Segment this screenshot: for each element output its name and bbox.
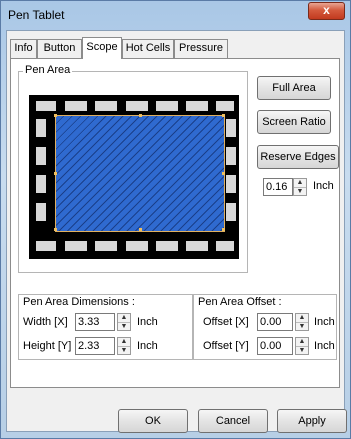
pen-area-preview[interactable] xyxy=(29,95,239,259)
resize-handle[interactable] xyxy=(54,114,57,117)
edge-block xyxy=(36,119,46,137)
offset-x-spinner[interactable]: ▲ ▼ xyxy=(295,313,309,331)
edge-block xyxy=(216,101,234,111)
edge-block xyxy=(186,101,208,111)
screen-ratio-button[interactable]: Screen Ratio xyxy=(257,110,331,134)
title-bar[interactable]: Pen Tablet x xyxy=(1,1,350,30)
window-title: Pen Tablet xyxy=(8,8,65,22)
offset-y-unit: Inch xyxy=(314,340,335,352)
edge-block xyxy=(156,241,178,251)
resize-handle[interactable] xyxy=(54,228,57,231)
edge-block xyxy=(226,119,236,137)
spin-up-icon[interactable]: ▲ xyxy=(296,338,308,347)
active-pen-area[interactable] xyxy=(54,114,225,232)
resize-handle[interactable] xyxy=(139,228,142,231)
edge-block xyxy=(36,175,46,193)
dimensions-group-label: Pen Area Dimensions : xyxy=(23,296,135,308)
reserve-edges-spinner[interactable]: ▲ ▼ xyxy=(293,178,307,196)
edge-block xyxy=(36,241,56,251)
edge-block xyxy=(65,241,87,251)
apply-button[interactable]: Apply xyxy=(277,409,347,433)
reserve-edges-field[interactable]: 0.16 xyxy=(263,178,293,196)
edge-block xyxy=(65,101,87,111)
tab-hot-cells[interactable]: Hot Cells xyxy=(122,39,174,58)
width-spinner[interactable]: ▲ ▼ xyxy=(117,313,131,331)
offset-x-field[interactable]: 0.00 xyxy=(257,313,293,331)
edge-block xyxy=(36,203,46,221)
edge-block xyxy=(95,241,117,251)
offset-y-field[interactable]: 0.00 xyxy=(257,337,293,355)
height-label: Height [Y] xyxy=(23,340,72,352)
spin-down-icon[interactable]: ▼ xyxy=(296,347,308,355)
cancel-button[interactable]: Cancel xyxy=(198,409,268,433)
resize-handle[interactable] xyxy=(139,114,142,117)
offset-x-label: Offset [X] xyxy=(203,316,249,328)
width-unit: Inch xyxy=(137,316,158,328)
tab-scope[interactable]: Scope xyxy=(82,37,122,59)
width-field[interactable]: 3.33 xyxy=(75,313,115,331)
close-icon: x xyxy=(323,3,330,17)
height-unit: Inch xyxy=(137,340,158,352)
height-spinner[interactable]: ▲ ▼ xyxy=(117,337,131,355)
dialog-client-area: Info Button Scope Hot Cells Pressure Pen… xyxy=(6,30,345,432)
width-label: Width [X] xyxy=(23,316,68,328)
offset-y-label: Offset [Y] xyxy=(203,340,249,352)
edge-block xyxy=(226,175,236,193)
resize-handle[interactable] xyxy=(222,228,225,231)
spin-up-icon[interactable]: ▲ xyxy=(296,314,308,323)
spin-down-icon[interactable]: ▼ xyxy=(294,188,306,196)
edge-block xyxy=(126,241,148,251)
spin-down-icon[interactable]: ▼ xyxy=(118,347,130,355)
edge-block xyxy=(226,147,236,165)
resize-handle[interactable] xyxy=(222,114,225,117)
offset-group-label: Pen Area Offset : xyxy=(198,296,282,308)
scope-tab-panel: Pen Area Full Area Screen Ratio Reserve … xyxy=(10,58,340,388)
height-field[interactable]: 2.33 xyxy=(75,337,115,355)
spin-up-icon[interactable]: ▲ xyxy=(118,314,130,323)
edge-block xyxy=(156,101,178,111)
edge-block xyxy=(186,241,208,251)
spin-down-icon[interactable]: ▼ xyxy=(118,323,130,331)
edge-block xyxy=(36,101,56,111)
resize-handle[interactable] xyxy=(222,172,225,175)
edge-block xyxy=(95,101,117,111)
reserve-edges-button[interactable]: Reserve Edges xyxy=(257,145,339,169)
full-area-button[interactable]: Full Area xyxy=(257,76,331,100)
pen-area-group-label: Pen Area xyxy=(23,64,73,76)
close-button[interactable]: x xyxy=(308,2,345,20)
tab-pressure[interactable]: Pressure xyxy=(174,39,228,58)
spin-up-icon[interactable]: ▲ xyxy=(118,338,130,347)
edge-block xyxy=(226,203,236,221)
spin-down-icon[interactable]: ▼ xyxy=(296,323,308,331)
reserve-edges-unit: Inch xyxy=(313,180,334,192)
tab-info[interactable]: Info xyxy=(10,39,37,58)
offset-y-spinner[interactable]: ▲ ▼ xyxy=(295,337,309,355)
tab-button[interactable]: Button xyxy=(37,39,82,58)
ok-button[interactable]: OK xyxy=(118,409,188,433)
spin-up-icon[interactable]: ▲ xyxy=(294,179,306,188)
resize-handle[interactable] xyxy=(54,172,57,175)
offset-x-unit: Inch xyxy=(314,316,335,328)
edge-block xyxy=(36,147,46,165)
edge-block xyxy=(216,241,234,251)
edge-block xyxy=(126,101,148,111)
